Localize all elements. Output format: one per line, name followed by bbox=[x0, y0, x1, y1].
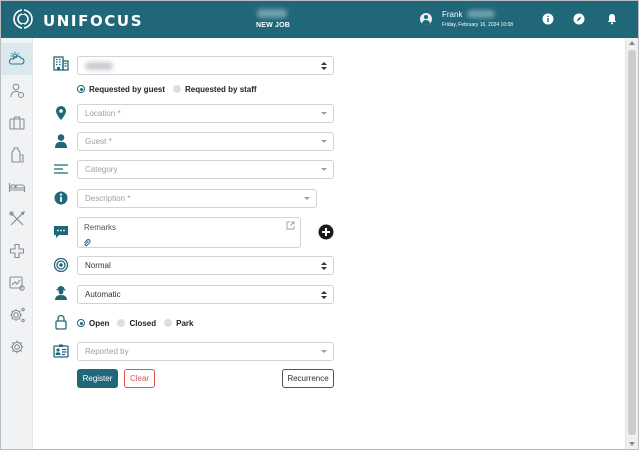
housekeeping-icon bbox=[10, 147, 24, 163]
remarks-placeholder: Remarks bbox=[84, 223, 117, 232]
status-open-label[interactable]: Open bbox=[89, 319, 109, 328]
radio-status-closed[interactable] bbox=[117, 319, 126, 327]
id-card-icon bbox=[53, 344, 69, 358]
info-circle-icon bbox=[54, 191, 68, 205]
sidebar-item-maintenance[interactable] bbox=[1, 203, 32, 235]
top-header: UNIFOCUS NEW JOB Frank Friday, February … bbox=[1, 1, 638, 38]
settings-gear-icon bbox=[9, 307, 25, 323]
radio-status-open[interactable] bbox=[77, 319, 85, 327]
settings-icon bbox=[10, 340, 23, 354]
weather-icon bbox=[8, 51, 24, 65]
property-select[interactable] bbox=[77, 56, 334, 75]
scroll-up-arrow-icon[interactable] bbox=[629, 41, 635, 45]
page-title: NEW JOB bbox=[255, 22, 291, 29]
select-arrows-icon bbox=[321, 60, 327, 72]
comment-icon bbox=[54, 226, 68, 238]
requested-by-group: Requested by guest Requested by staff bbox=[77, 83, 265, 95]
scroll-down-arrow-icon[interactable] bbox=[629, 442, 635, 446]
sidebar-item-configuration[interactable] bbox=[1, 299, 32, 331]
sidebar-item-luggage[interactable] bbox=[1, 107, 32, 139]
luggage-icon bbox=[8, 116, 25, 130]
blurred-job-number bbox=[257, 9, 287, 18]
reported-by-placeholder: Reported by bbox=[85, 347, 129, 356]
guest-person-icon bbox=[9, 83, 24, 99]
scroll-thumb[interactable] bbox=[628, 50, 636, 435]
app-window: UNIFOCUS NEW JOB Frank Friday, February … bbox=[0, 0, 639, 450]
building-icon bbox=[53, 56, 69, 71]
radio-requested-by-staff[interactable] bbox=[173, 85, 182, 93]
location-field[interactable]: Location * bbox=[77, 104, 334, 123]
blurred-property-name bbox=[85, 62, 113, 70]
location-placeholder: Location * bbox=[85, 109, 121, 118]
requested-by-staff-label[interactable]: Requested by staff bbox=[185, 85, 257, 94]
sidebar bbox=[1, 38, 33, 449]
chevron-down-icon bbox=[321, 350, 327, 353]
add-circle-icon[interactable] bbox=[318, 224, 334, 240]
attachment-clip-icon[interactable] bbox=[83, 239, 91, 247]
compass-icon[interactable] bbox=[573, 13, 585, 25]
recurrence-button[interactable]: Recurrence bbox=[282, 369, 334, 388]
clear-button[interactable]: Clear bbox=[124, 369, 155, 388]
sidebar-item-rooms[interactable] bbox=[1, 171, 32, 203]
report-icon bbox=[8, 276, 25, 291]
sidebar-item-settings[interactable] bbox=[1, 331, 32, 363]
assignment-select[interactable]: Automatic bbox=[77, 285, 334, 304]
register-button[interactable]: Register bbox=[77, 369, 118, 388]
remarks-textarea[interactable]: Remarks bbox=[77, 217, 301, 248]
worker-icon bbox=[55, 286, 67, 300]
status-group: Open Closed Park bbox=[77, 317, 201, 329]
chevron-down-icon bbox=[321, 112, 327, 115]
guest-placeholder: Guest * bbox=[85, 137, 112, 146]
guest-field[interactable]: Guest * bbox=[77, 132, 334, 151]
brand-name: UNIFOCUS bbox=[43, 12, 144, 30]
select-arrows-icon bbox=[321, 289, 327, 301]
bed-icon bbox=[8, 183, 25, 192]
user-name[interactable]: Frank bbox=[442, 10, 462, 19]
sidebar-item-medical[interactable] bbox=[1, 235, 32, 267]
lock-icon bbox=[55, 314, 67, 330]
info-icon[interactable] bbox=[542, 13, 554, 25]
status-park-label[interactable]: Park bbox=[176, 319, 193, 328]
radio-requested-by-guest[interactable] bbox=[77, 85, 85, 93]
bell-icon[interactable] bbox=[606, 13, 618, 25]
current-datetime: Friday, February 16, 2024 10:08 bbox=[442, 22, 514, 28]
category-field[interactable]: Category bbox=[77, 160, 334, 179]
sidebar-item-reports[interactable] bbox=[1, 267, 32, 299]
radio-status-park[interactable] bbox=[164, 319, 173, 327]
description-field[interactable]: Description * bbox=[77, 189, 317, 208]
expand-external-icon[interactable] bbox=[286, 221, 295, 230]
select-arrows-icon bbox=[321, 260, 327, 272]
sidebar-item-guest[interactable] bbox=[1, 75, 32, 107]
tools-icon bbox=[8, 211, 25, 226]
status-closed-label[interactable]: Closed bbox=[129, 319, 156, 328]
plus-medical-icon bbox=[9, 243, 24, 259]
sidebar-item-housekeeping[interactable] bbox=[1, 139, 32, 171]
person-icon bbox=[55, 134, 67, 148]
chevron-down-icon bbox=[321, 168, 327, 171]
reported-by-field[interactable]: Reported by bbox=[77, 342, 334, 361]
priority-target-icon bbox=[53, 257, 69, 273]
description-placeholder: Description * bbox=[85, 194, 131, 203]
sidebar-item-weather[interactable] bbox=[1, 43, 32, 75]
blurred-user-surname bbox=[467, 10, 495, 18]
requested-by-guest-label[interactable]: Requested by guest bbox=[89, 85, 165, 94]
category-placeholder: Category bbox=[85, 165, 118, 174]
location-pin-icon bbox=[56, 106, 66, 120]
assignment-value: Automatic bbox=[85, 290, 121, 299]
chevron-down-icon bbox=[304, 197, 310, 200]
vertical-scrollbar[interactable] bbox=[625, 38, 638, 449]
category-lines-icon bbox=[54, 164, 68, 174]
chevron-down-icon bbox=[321, 140, 327, 143]
user-icon[interactable] bbox=[420, 13, 432, 25]
priority-value: Normal bbox=[85, 261, 111, 270]
priority-select[interactable]: Normal bbox=[77, 256, 334, 275]
unifocus-logo-icon[interactable] bbox=[12, 8, 34, 30]
